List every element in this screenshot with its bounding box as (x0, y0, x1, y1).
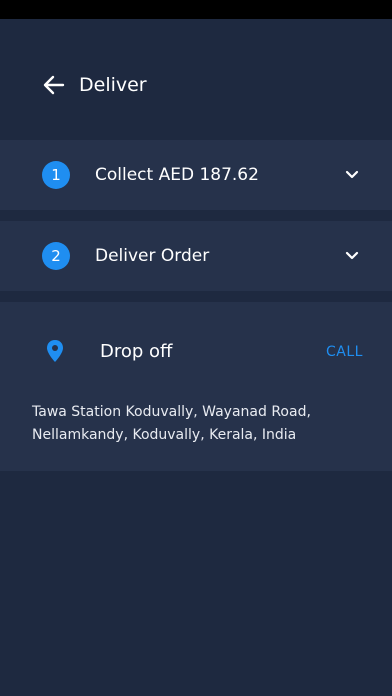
page-title: Deliver (79, 74, 147, 96)
address-line: Nellamkandy, Koduvally, Kerala, India (32, 427, 297, 443)
call-button[interactable]: CALL (326, 342, 363, 362)
status-bar (0, 0, 392, 19)
dropoff-card: Drop off CALL Tawa Station Koduvally, Wa… (0, 302, 392, 471)
dropoff-address: Tawa Station Koduvally, Wayanad Road, Ne… (32, 401, 362, 447)
step-collect-row[interactable]: 1 Collect AED 187.62 (0, 140, 392, 210)
step-label: Deliver Order (95, 246, 210, 266)
step-label: Collect AED 187.62 (95, 165, 259, 185)
location-pin-icon (47, 340, 63, 362)
back-button[interactable] (40, 71, 68, 99)
arrow-left-icon (43, 75, 65, 95)
step-number-badge: 2 (42, 242, 70, 270)
step-deliver-row[interactable]: 2 Deliver Order (0, 221, 392, 291)
chevron-down-icon[interactable] (344, 168, 360, 182)
address-line: Tawa Station Koduvally, Wayanad Road, (32, 404, 311, 420)
dropoff-title: Drop off (100, 341, 173, 362)
step-number-badge: 1 (42, 161, 70, 189)
chevron-down-icon[interactable] (344, 249, 360, 263)
header: Deliver (0, 19, 392, 140)
